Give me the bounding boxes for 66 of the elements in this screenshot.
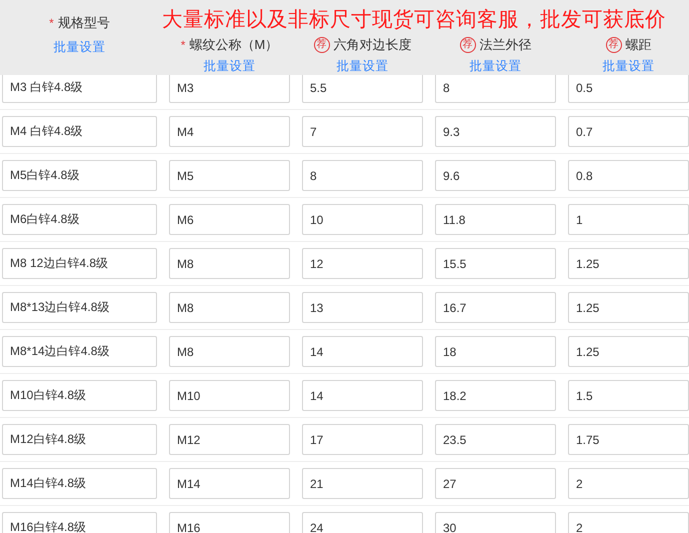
value-field[interactable]: 2 xyxy=(568,468,689,499)
value-field[interactable]: 0.8 xyxy=(568,160,689,191)
value-field[interactable]: 14 xyxy=(302,380,423,411)
value-field[interactable]: M6白锌4.8级 xyxy=(2,204,157,235)
value-field[interactable]: 1.25 xyxy=(568,248,689,279)
value-field[interactable]: M14 xyxy=(169,468,290,499)
value-field[interactable]: M3 白锌4.8级 xyxy=(2,72,157,103)
value-field[interactable]: 27 xyxy=(435,468,556,499)
value-field[interactable]: 15.5 xyxy=(435,248,556,279)
value-field[interactable]: M8 12边白锌4.8级 xyxy=(2,248,157,279)
value-field[interactable]: 7 xyxy=(302,116,423,147)
promo-text: 大量标准以及非标尺寸现货可咨询客服，批发可获底价 xyxy=(162,7,666,33)
value-field[interactable]: M8 xyxy=(169,336,290,367)
value-field[interactable]: M12 xyxy=(169,424,290,455)
value-field[interactable]: M10 xyxy=(169,380,290,411)
value-field[interactable]: 8 xyxy=(435,72,556,103)
value-field[interactable]: 1.25 xyxy=(568,336,689,367)
value-field[interactable]: 11.8 xyxy=(435,204,556,235)
value-field[interactable]: 1.5 xyxy=(568,380,689,411)
value-field[interactable]: 17 xyxy=(302,424,423,455)
required-mark: * xyxy=(180,38,186,51)
value-field[interactable]: M8 xyxy=(169,292,290,323)
recommended-badge: 荐 xyxy=(606,36,622,53)
value-field[interactable]: M16 xyxy=(169,512,290,533)
value-field[interactable]: 0.5 xyxy=(568,72,689,103)
value-field[interactable]: 9.3 xyxy=(435,116,556,147)
value-field[interactable]: 10 xyxy=(302,204,423,235)
value-field[interactable]: 0.7 xyxy=(568,116,689,147)
value-field[interactable]: M10白锌4.8级 xyxy=(2,380,157,411)
value-field[interactable]: M5白锌4.8级 xyxy=(2,160,157,191)
column-label: 法兰外径 xyxy=(480,36,532,54)
column-label: 规格型号 xyxy=(58,14,110,32)
value-field[interactable]: M14白锌4.8级 xyxy=(2,468,157,499)
value-field[interactable]: 1.75 xyxy=(568,424,689,455)
column-label: 螺距 xyxy=(626,36,652,54)
value-field[interactable]: M8*14边白锌4.8级 xyxy=(2,336,157,367)
value-field[interactable]: 24 xyxy=(302,512,423,533)
column-label: 螺纹公称（M） xyxy=(189,36,278,54)
value-field[interactable]: 16.7 xyxy=(435,292,556,323)
value-field[interactable]: M12白锌4.8级 xyxy=(2,424,157,455)
value-field[interactable]: M8*13边白锌4.8级 xyxy=(2,292,157,323)
value-field[interactable]: 12 xyxy=(302,248,423,279)
value-field[interactable]: M8 xyxy=(169,248,290,279)
value-field[interactable]: M4 xyxy=(169,116,290,147)
value-field[interactable]: 2 xyxy=(568,512,689,533)
value-field[interactable]: 1 xyxy=(568,204,689,235)
value-field[interactable]: M3 xyxy=(169,72,290,103)
value-field[interactable]: 13 xyxy=(302,292,423,323)
value-field[interactable]: 5.5 xyxy=(302,72,423,103)
value-field[interactable]: 9.6 xyxy=(435,160,556,191)
value-field[interactable]: M16白锌4.8级 xyxy=(2,512,157,533)
recommended-badge: 荐 xyxy=(460,36,476,53)
required-mark: * xyxy=(49,16,54,29)
value-field[interactable]: 30 xyxy=(435,512,556,533)
value-field[interactable]: 18 xyxy=(435,336,556,367)
value-field[interactable]: 14 xyxy=(302,336,423,367)
value-field[interactable]: 23.5 xyxy=(435,424,556,455)
value-field[interactable]: M4 白锌4.8级 xyxy=(2,116,157,147)
value-field[interactable]: M5 xyxy=(169,160,290,191)
column-label: 六角对边长度 xyxy=(334,36,412,54)
value-field[interactable]: 21 xyxy=(302,468,423,499)
value-field[interactable]: 1.25 xyxy=(568,292,689,323)
value-field[interactable]: 18.2 xyxy=(435,380,556,411)
recommended-badge: 荐 xyxy=(314,36,330,53)
value-field[interactable]: 8 xyxy=(302,160,423,191)
value-field[interactable]: M6 xyxy=(169,204,290,235)
